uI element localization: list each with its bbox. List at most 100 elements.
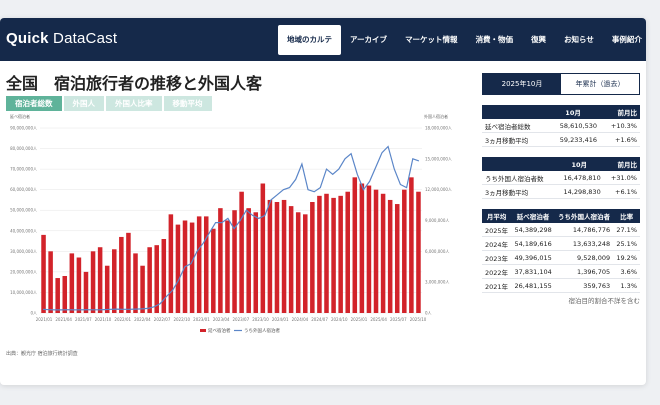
bar	[154, 245, 159, 313]
lodging-chart: 延べ宿泊者 外国人宿泊者 90,000,000人 80,000,000人 70,000,…	[10, 113, 452, 334]
left-tick-label: 70,000,000人	[10, 167, 37, 172]
table-header	[482, 157, 555, 171]
table-row: 3ヵ月移動平均 14,298,830 +6.1%	[482, 184, 640, 199]
table-row: 2022年 37,831,104 1,396,705 3.6%	[482, 264, 640, 279]
table-row: 2021年 26,481,155 359,763 1.3%	[482, 278, 640, 293]
right-tick-label: 18,000,000人	[425, 126, 452, 131]
left-tick-label: 40,000,000人	[10, 228, 37, 233]
x-tick-label: 2023/07	[233, 317, 250, 322]
bar	[352, 177, 358, 313]
bar	[239, 191, 244, 313]
right-tick-label: 3,000,000人	[425, 280, 449, 285]
main-nav: 地域のカルテ アーカイブ マーケット情報 消費・物価 復興 お知らせ 事例紹介	[278, 18, 646, 61]
bar	[373, 189, 379, 313]
nav-item-regional-chart[interactable]: 地域のカルテ	[278, 24, 341, 55]
right-tick-label: 0人	[425, 311, 432, 316]
bar	[274, 202, 280, 313]
bar	[69, 253, 75, 313]
x-tick-label: 2023/01	[193, 317, 210, 322]
right-tick-label: 9,000,000人	[425, 218, 449, 223]
bar	[203, 216, 209, 313]
x-tick-label: 2021/07	[75, 317, 92, 322]
bar	[83, 271, 89, 313]
table-header: 月平均	[482, 209, 512, 223]
bar	[288, 206, 294, 313]
x-tick-label: 2022/07	[154, 317, 171, 322]
x-tick-label: 2021/01	[36, 317, 53, 322]
annual-average-table: 月平均 延べ宿泊者 うち外国人宿泊者 比率 2025年 54,389,298 14,…	[482, 209, 640, 293]
x-tick-label: 2022/01	[114, 317, 131, 322]
nav-item-case-studies[interactable]: 事例紹介	[603, 25, 646, 55]
table-header: うち外国人宿泊者	[554, 209, 614, 223]
toggle-year-cumulative[interactable]: 年累計（過去）	[561, 74, 639, 94]
logo[interactable]: Quick DataCast	[6, 30, 117, 47]
x-tick-label: 2025/07	[390, 317, 407, 322]
table-header: 比率	[613, 209, 640, 223]
left-tick-label: 30,000,000人	[10, 249, 37, 254]
table-row: 2024年 54,189,616 13,633,248 25.1%	[482, 236, 640, 251]
left-tick-label: 10,000,000人	[10, 290, 37, 295]
bar	[225, 220, 230, 313]
nav-item-consumption-prices[interactable]: 消費・物価	[467, 25, 523, 55]
bar	[331, 197, 336, 313]
x-tick-label: 2025/04	[370, 317, 387, 322]
nav-item-archive[interactable]: アーカイブ	[341, 25, 396, 55]
right-axis-title: 外国人宿泊者	[424, 113, 448, 119]
table-header: 前月比	[599, 105, 640, 119]
bar	[211, 228, 216, 313]
bar	[295, 212, 301, 313]
x-tick-label: 2024/01	[272, 317, 289, 322]
table-row: 2025年 54,389,298 14,786,776 27.1%	[482, 223, 640, 237]
left-axis-title: 延べ宿泊者	[10, 113, 30, 119]
x-tick-label: 2023/10	[252, 317, 269, 322]
left-tick-label: 80,000,000人	[10, 146, 37, 151]
table-row: 2023年 49,396,015 9,528,009 19.2%	[482, 250, 640, 265]
x-tick-label: 2022/10	[173, 317, 190, 322]
x-tick-label: 2024/10	[331, 317, 348, 322]
legend-swatch-bars	[200, 329, 206, 332]
bar	[402, 189, 407, 313]
bar	[41, 234, 46, 313]
bar	[267, 199, 273, 313]
x-tick-label: 2021/10	[95, 317, 112, 322]
bar	[55, 278, 60, 313]
bar	[310, 202, 315, 313]
nav-item-market-info[interactable]: マーケット情報	[396, 25, 467, 55]
x-tick-label: 2025/01	[351, 317, 368, 322]
table-header: 前月比	[603, 157, 640, 171]
bar	[48, 251, 53, 313]
bar	[175, 224, 181, 313]
x-tick-label: 2024/04	[292, 317, 309, 322]
table-header: 延べ宿泊者	[511, 209, 555, 223]
nav-item-reconstruction[interactable]: 復興	[522, 25, 555, 55]
table-header: 10月	[554, 157, 604, 171]
bar	[387, 199, 393, 313]
left-tick-label: 0人	[30, 311, 37, 316]
table-header	[482, 105, 547, 119]
bar	[409, 177, 414, 313]
summary-panel: 2025年10月 年累計（過去） 10月 前月比 延べ宿泊者総数 58,610,…	[482, 73, 640, 305]
bar	[253, 212, 259, 313]
nav-item-news[interactable]: お知らせ	[555, 25, 603, 55]
bar	[147, 247, 152, 313]
right-tick-label: 15,000,000人	[425, 156, 452, 161]
bar	[104, 265, 110, 313]
page-title: 全国 宿泊旅行者の推移と外国人客	[6, 74, 263, 93]
x-tick-label: 2025/10	[410, 317, 427, 322]
bar	[140, 265, 145, 313]
bar	[394, 204, 400, 313]
left-tick-label: 20,000,000人	[10, 269, 37, 274]
bar	[366, 185, 372, 313]
total-guests-table: 10月 前月比 延べ宿泊者総数 58,610,530 +10.3% 3ヵ月移動平…	[482, 105, 640, 147]
x-tick-label: 2023/04	[213, 317, 230, 322]
bar	[345, 191, 350, 313]
bar	[303, 214, 308, 313]
bar	[62, 276, 68, 313]
left-tick-label: 50,000,000人	[10, 208, 37, 213]
toggle-current-month[interactable]: 2025年10月	[483, 74, 561, 94]
bar	[281, 199, 287, 313]
bar	[189, 222, 195, 313]
right-tick-label: 12,000,000人	[425, 187, 452, 192]
bar	[260, 183, 266, 313]
bar	[359, 183, 365, 313]
